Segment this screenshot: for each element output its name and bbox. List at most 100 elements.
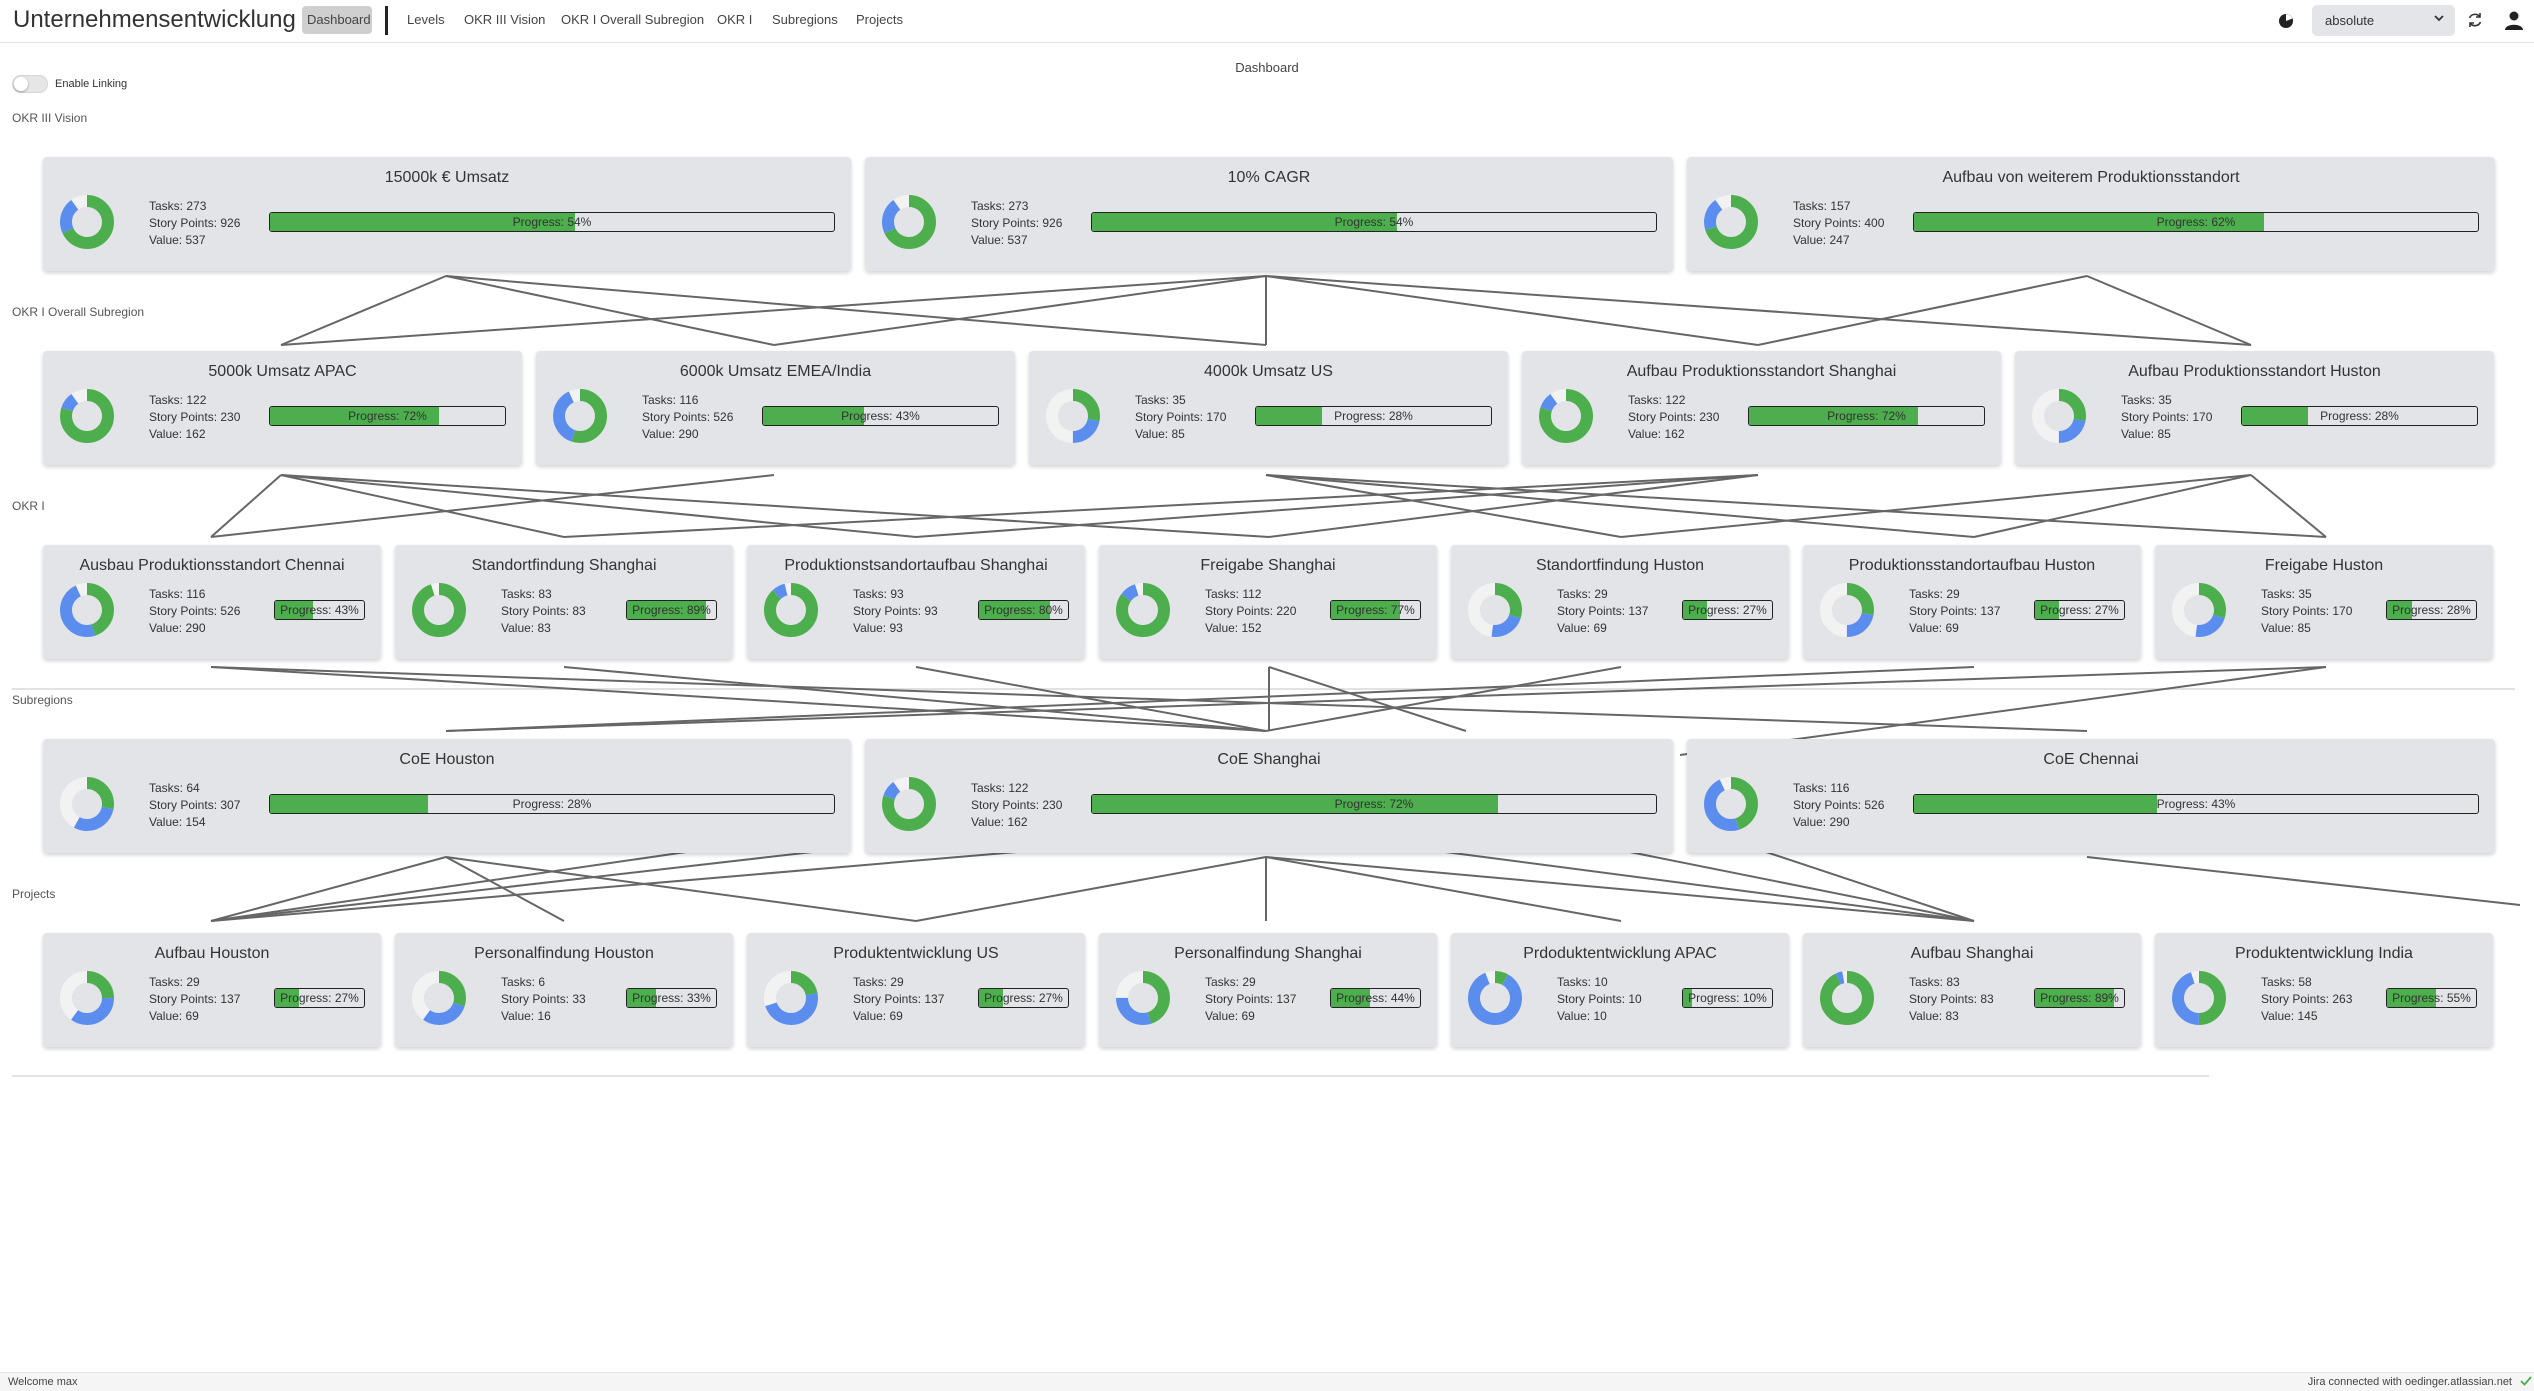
card-produktentwicklung-us[interactable]: Produktentwicklung US Tasks: 29 Story Poin… [747, 933, 1085, 1047]
card-stats: Tasks: 29 Story Points: 137 Value: 69 [149, 974, 240, 1025]
card-aufbau-produktionsstandort-shanghai[interactable]: Aufbau Produktionsstandort Shanghai Tasks… [1522, 351, 2001, 465]
page-title: Dashboard [1235, 60, 1299, 75]
stat-story-points: Story Points: 137 [853, 992, 945, 1006]
card-aufbau-produktionsstandort-huston[interactable]: Aufbau Produktionsstandort Huston Tasks: … [2015, 351, 2494, 465]
nav-okr-i[interactable]: OKR I [717, 12, 752, 27]
card-personalfindung-shanghai[interactable]: Personalfindung Shanghai Tasks: 29 Story P… [1099, 933, 1437, 1047]
card-standortfindung-huston[interactable]: Standortfindung Huston Tasks: 29 Story Poi… [1451, 545, 1789, 659]
progress-label: Progress: 89% [2040, 991, 2119, 1005]
toggle-knob [14, 77, 28, 91]
stat-value: Value: 69 [1557, 621, 1607, 635]
card-10-cagr[interactable]: 10% CAGR Tasks: 273 Story Points: 926 Value… [865, 157, 1673, 271]
nav-dashboard[interactable]: Dashboard [307, 12, 371, 27]
progress-donut [1704, 195, 1758, 249]
stat-tasks: Tasks: 122 [1628, 393, 1686, 407]
card-title: Produktentwicklung US [833, 945, 999, 962]
card-title: Standortfindung Shanghai [471, 557, 657, 574]
card-title: 15000k € Umsatz [384, 169, 510, 186]
progress-label: Progress: 28% [2320, 409, 2399, 423]
stat-tasks: Tasks: 122 [149, 393, 207, 407]
nav-levels[interactable]: Levels [407, 12, 445, 27]
check-icon [2520, 1376, 2532, 1386]
stat-tasks: Tasks: 35 [1135, 393, 1186, 407]
nav-subregions[interactable]: Subregions [772, 12, 838, 27]
card-produktentwicklung-india[interactable]: Produktentwicklung India Tasks: 58 Story P… [2155, 933, 2493, 1047]
card-title: Freigabe Huston [2264, 557, 2384, 574]
card-stats: Tasks: 116 Story Points: 526 Value: 290 [1793, 780, 1884, 831]
card-coe-shanghai[interactable]: CoE Shanghai Tasks: 122 Story Points: 230 V… [865, 739, 1673, 853]
card-produktionstsandortaufbau-shanghai[interactable]: Produktionstsandortaufbau Shanghai Tasks:… [747, 545, 1085, 659]
stat-story-points: Story Points: 83 [501, 604, 586, 618]
stat-value: Value: 145 [2261, 1009, 2318, 1023]
progress-bar: Progress: 27% [1682, 600, 1773, 620]
progress-label: Progress: 89% [632, 603, 711, 617]
nav-projects[interactable]: Projects [856, 12, 903, 27]
card-produktionsstandortaufbau-huston[interactable]: Produktionsstandortaufbau Huston Tasks: 2… [1803, 545, 2141, 659]
card-title: Produktentwicklung India [2235, 945, 2413, 962]
progress-bar: Progress: 33% [626, 988, 717, 1008]
card-stats: Tasks: 10 Story Points: 10 Value: 10 [1557, 974, 1642, 1025]
progress-label: Progress: 77% [1336, 603, 1415, 617]
stat-story-points: Story Points: 230 [1628, 410, 1720, 424]
level-label-okr-i: OKR I [12, 499, 45, 513]
stat-story-points: Story Points: 170 [2121, 410, 2213, 424]
progress-label: Progress: 43% [2156, 797, 2236, 811]
card-prdoduktentwicklung-apac[interactable]: Prdoduktentwicklung APAC Tasks: 10 Story P… [1451, 933, 1789, 1047]
progress-bar: Progress: 27% [2034, 600, 2125, 620]
card-aufbau-von-weiterem-produktionsstandort[interactable]: Aufbau von weiterem Produktionsstandort T… [1687, 157, 2495, 271]
progress-bar: Progress: 10% [1682, 988, 1773, 1008]
card-stats: Tasks: 83 Story Points: 83 Value: 83 [501, 586, 586, 637]
jira-status: Jira connected with oedinger.atlassian.n… [2307, 1376, 2512, 1388]
progress-bar: Progress: 27% [978, 988, 1069, 1008]
card-15000k-umsatz[interactable]: 15000k € Umsatz Tasks: 273 Story Points: 9… [43, 157, 851, 271]
card-ausbau-produktionsstandort-chennai[interactable]: Ausbau Produktionsstandort Chennai Tasks:… [43, 545, 381, 659]
stat-story-points: Story Points: 137 [1557, 604, 1649, 618]
progress-bar: Progress: 43% [762, 406, 999, 426]
stat-tasks: Tasks: 6 [501, 975, 546, 989]
progress-bar: Progress: 55% [2386, 988, 2477, 1008]
progress-label: Progress: 43% [841, 409, 920, 423]
progress-donut [1820, 583, 1874, 637]
progress-donut [2172, 971, 2226, 1025]
card-standortfindung-shanghai[interactable]: Standortfindung Shanghai Tasks: 83 Story P… [395, 545, 733, 659]
stat-value: Value: 537 [971, 233, 1028, 247]
card-title: Aufbau Produktionsstandort Huston [2128, 363, 2381, 380]
stat-value: Value: 69 [149, 1009, 199, 1023]
stat-tasks: Tasks: 273 [149, 199, 207, 213]
stat-story-points: Story Points: 307 [149, 798, 241, 812]
pie-chart-icon[interactable] [2278, 13, 2294, 29]
progress-label: Progress: 55% [2392, 991, 2471, 1005]
progress-label: Progress: 54% [512, 215, 592, 229]
card-freigabe-huston[interactable]: Freigabe Huston Tasks: 35 Story Points: 17… [2155, 545, 2493, 659]
progress-bar: Progress: 62% [1913, 212, 2479, 232]
card-coe-chennai[interactable]: CoE Chennai Tasks: 116 Story Points: 526 Va… [1687, 739, 2495, 853]
card-title: Aufbau Produktionsstandort Shanghai [1626, 363, 1897, 380]
card-4000k-umsatz-us[interactable]: 4000k Umsatz US Tasks: 35 Story Points: 17… [1029, 351, 1508, 465]
user-icon[interactable] [2503, 9, 2525, 31]
card-title: 6000k Umsatz EMEA/India [679, 363, 872, 380]
progress-label: Progress: 72% [348, 409, 427, 423]
progress-donut [882, 777, 936, 831]
card-title: CoE Houston [399, 751, 495, 768]
card-title: 10% CAGR [1227, 169, 1311, 186]
progress-label: Progress: 28% [1334, 409, 1413, 423]
linking-toggle[interactable] [12, 75, 48, 93]
card-5000k-umsatz-apac[interactable]: 5000k Umsatz APAC Tasks: 122 Story Points:… [43, 351, 522, 465]
nav-okr-iii-vision[interactable]: OKR III Vision [464, 12, 545, 27]
stat-story-points: Story Points: 10 [1557, 992, 1642, 1006]
card-personalfindung-houston[interactable]: Personalfindung Houston Tasks: 6 Story Poi… [395, 933, 733, 1047]
card-stats: Tasks: 112 Story Points: 220 Value: 152 [1205, 586, 1296, 637]
mode-select[interactable]: absolute [2312, 5, 2455, 36]
mode-select-value: absolute [2325, 13, 2375, 28]
progress-donut [60, 389, 114, 443]
refresh-icon[interactable] [2466, 11, 2484, 29]
card-freigabe-shanghai[interactable]: Freigabe Shanghai Tasks: 112 Story Points:… [1099, 545, 1437, 659]
card-aufbau-houston[interactable]: Aufbau Houston Tasks: 29 Story Points: 137… [43, 933, 381, 1047]
card-6000k-umsatz-emea-india[interactable]: 6000k Umsatz EMEA/India Tasks: 116 Story P… [536, 351, 1015, 465]
card-aufbau-shanghai[interactable]: Aufbau Shanghai Tasks: 83 Story Points: 83… [1803, 933, 2141, 1047]
card-coe-houston[interactable]: CoE Houston Tasks: 64 Story Points: 307 Val… [43, 739, 851, 853]
progress-bar: Progress: 28% [2386, 600, 2477, 620]
stat-value: Value: 69 [1909, 621, 1959, 635]
stat-tasks: Tasks: 35 [2121, 393, 2172, 407]
nav-okr-i-overall-subregion[interactable]: OKR I Overall Subregion [561, 12, 704, 27]
